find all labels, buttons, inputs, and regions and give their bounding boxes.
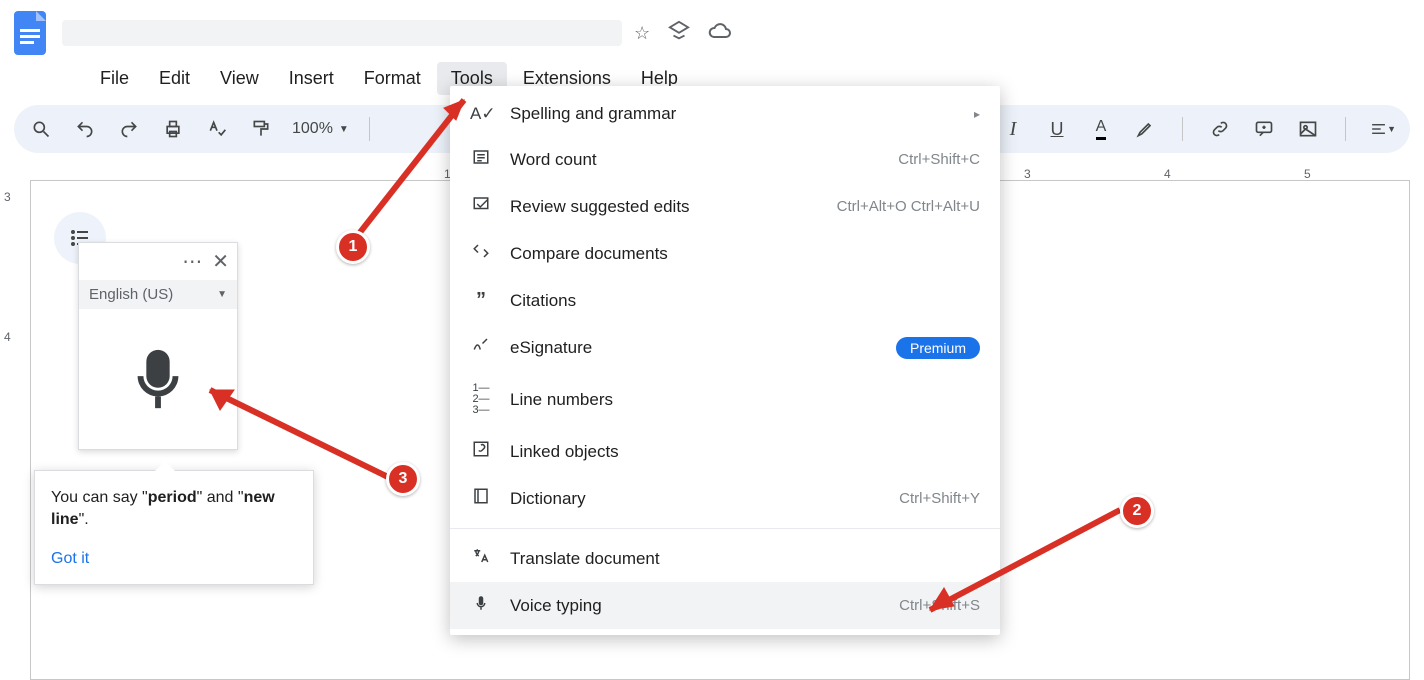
callout-1: 1 bbox=[336, 230, 370, 264]
menu-view[interactable]: View bbox=[206, 62, 273, 95]
doc-title-input[interactable] bbox=[62, 20, 622, 46]
tools-line-numbers[interactable]: 1—2—3— Line numbers bbox=[450, 371, 1000, 428]
linenumbers-icon: 1—2—3— bbox=[470, 383, 492, 416]
tools-voice-typing[interactable]: Voice typing Ctrl+Shift+S bbox=[450, 582, 1000, 629]
search-icon[interactable] bbox=[28, 116, 54, 142]
star-icon[interactable]: ☆ bbox=[634, 23, 650, 44]
spellcheck-icon[interactable] bbox=[204, 116, 230, 142]
redo-icon[interactable] bbox=[116, 116, 142, 142]
menu-edit[interactable]: Edit bbox=[145, 62, 204, 95]
docs-logo[interactable] bbox=[10, 6, 50, 60]
undo-icon[interactable] bbox=[72, 116, 98, 142]
tools-menu: A✓ Spelling and grammar ▸ Word count Ctr… bbox=[450, 86, 1000, 635]
dictionary-icon bbox=[470, 487, 492, 510]
tools-spelling[interactable]: A✓ Spelling and grammar ▸ bbox=[450, 92, 1000, 136]
compare-icon bbox=[470, 242, 492, 265]
underline-icon[interactable]: U bbox=[1044, 116, 1070, 142]
translate-icon bbox=[470, 547, 492, 570]
italic-icon[interactable]: I bbox=[1000, 116, 1026, 142]
voice-panel-more-icon[interactable]: ⋯ bbox=[182, 249, 202, 274]
text-color-icon[interactable]: A bbox=[1088, 116, 1114, 142]
tools-compare[interactable]: Compare documents bbox=[450, 230, 1000, 277]
voice-panel-close-icon[interactable]: ✕ bbox=[212, 249, 229, 274]
voice-typing-panel: ⋯ ✕ English (US)▼ bbox=[78, 242, 238, 450]
menu-file[interactable]: File bbox=[86, 62, 143, 95]
tools-translate[interactable]: Translate document bbox=[450, 535, 1000, 582]
image-icon[interactable] bbox=[1295, 116, 1321, 142]
voice-language-select[interactable]: English (US)▼ bbox=[79, 280, 237, 309]
menu-insert[interactable]: Insert bbox=[275, 62, 348, 95]
tools-citations[interactable]: ” Citations bbox=[450, 277, 1000, 324]
zoom-select[interactable]: 100% ▼ bbox=[292, 120, 349, 138]
tools-word-count[interactable]: Word count Ctrl+Shift+C bbox=[450, 136, 1000, 183]
citations-icon: ” bbox=[470, 289, 492, 312]
tools-review-edits[interactable]: Review suggested edits Ctrl+Alt+O Ctrl+A… bbox=[450, 183, 1000, 230]
review-icon bbox=[470, 195, 492, 218]
callout-2: 2 bbox=[1120, 494, 1154, 528]
voice-tip-text: You can say "period" and "new line". bbox=[51, 487, 297, 532]
linked-icon bbox=[470, 440, 492, 463]
comment-icon[interactable] bbox=[1251, 116, 1277, 142]
voice-mic-button[interactable] bbox=[79, 309, 237, 449]
spelling-icon: A✓ bbox=[470, 104, 492, 124]
tools-linked-objects[interactable]: Linked objects bbox=[450, 428, 1000, 475]
menu-format[interactable]: Format bbox=[350, 62, 435, 95]
link-icon[interactable] bbox=[1207, 116, 1233, 142]
tools-esignature[interactable]: eSignature Premium bbox=[450, 324, 1000, 371]
premium-badge: Premium bbox=[896, 337, 980, 359]
cloud-saved-icon[interactable] bbox=[708, 19, 732, 48]
voice-typing-tip: You can say "period" and "new line". Got… bbox=[34, 470, 314, 585]
menu-separator bbox=[450, 528, 1000, 529]
esignature-icon bbox=[470, 336, 492, 359]
wordcount-icon bbox=[470, 148, 492, 171]
print-icon[interactable] bbox=[160, 116, 186, 142]
move-icon[interactable] bbox=[668, 20, 690, 47]
tools-dictionary[interactable]: Dictionary Ctrl+Shift+Y bbox=[450, 475, 1000, 522]
align-icon[interactable]: ▼ bbox=[1370, 116, 1396, 142]
paint-format-icon[interactable] bbox=[248, 116, 274, 142]
voice-tip-gotit[interactable]: Got it bbox=[51, 550, 297, 568]
voice-typing-icon bbox=[470, 594, 492, 617]
callout-3: 3 bbox=[386, 462, 420, 496]
highlight-icon[interactable] bbox=[1132, 116, 1158, 142]
